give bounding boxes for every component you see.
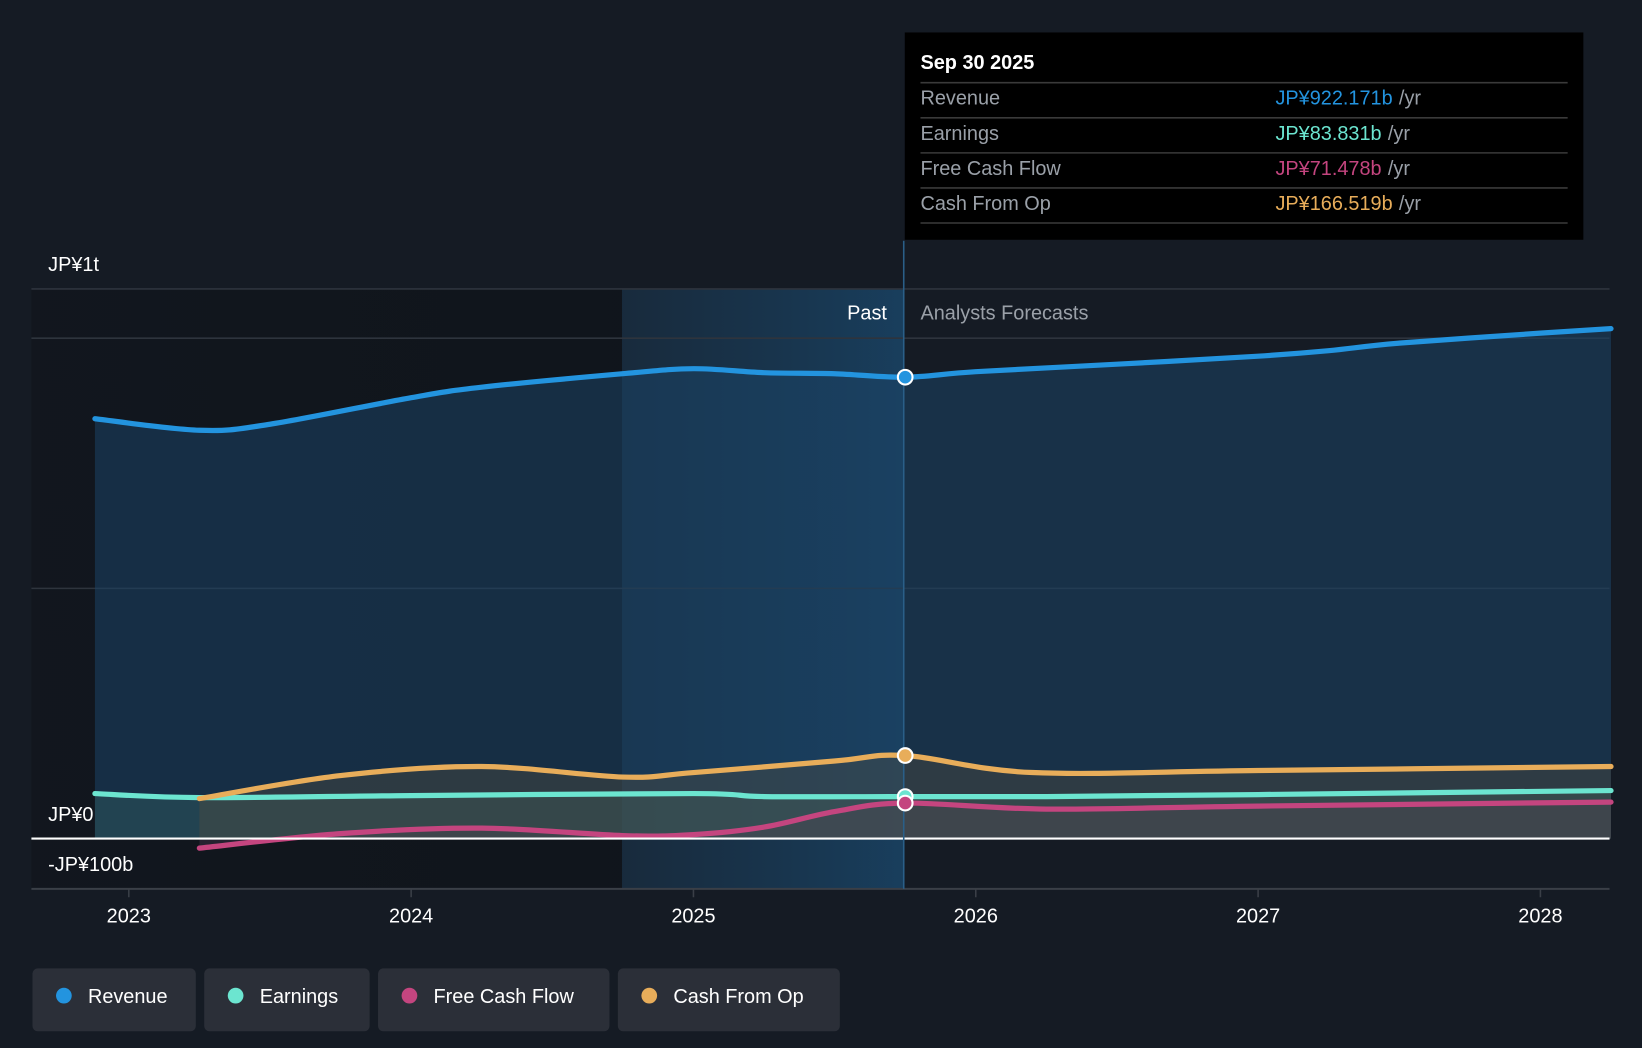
legend-label: Earnings — [260, 986, 339, 1008]
x-tick-label: 2023 — [107, 905, 151, 927]
y-label-1t: JP¥1t — [48, 254, 99, 276]
tooltip-value-line: JP¥922.171b/yr — [1275, 88, 1421, 110]
y-label-neg100b: -JP¥100b — [48, 854, 133, 876]
tooltip-value-line: JP¥83.831b/yr — [1275, 123, 1410, 145]
legend-dot-icon — [227, 987, 244, 1004]
legend-item-earnings[interactable]: Earnings — [204, 968, 370, 1032]
tooltip-value-line: JP¥166.519b/yr — [1275, 193, 1421, 215]
legend-item-free-cash-flow[interactable]: Free Cash Flow — [378, 968, 610, 1032]
revenue-marker[interactable] — [896, 368, 914, 386]
tooltip-suffix: /yr — [1388, 123, 1410, 145]
legend-label: Cash From Op — [673, 986, 803, 1008]
past-label: Past — [847, 302, 887, 324]
tooltip-suffix: /yr — [1388, 158, 1410, 180]
x-tick-label: 2027 — [1236, 905, 1280, 927]
legend-dot-icon — [401, 987, 418, 1004]
tooltip-value: JP¥71.478b — [1275, 158, 1381, 180]
legend-dot-icon — [56, 987, 72, 1004]
x-tick-label: 2024 — [389, 905, 433, 927]
legend-item-cash-from-op[interactable]: Cash From Op — [617, 968, 840, 1032]
financials-chart: 2023 2024 2025 2026 2027 2028 JP¥1t JP¥0 -JP¥… — [0, 0, 1642, 1048]
tooltip-value: JP¥922.171b — [1275, 88, 1392, 110]
cash-from-op-marker[interactable] — [896, 747, 914, 764]
tooltip-label: Earnings — [920, 123, 999, 145]
legend-item-revenue[interactable]: Revenue — [32, 968, 196, 1032]
tooltip-value: JP¥83.831b — [1275, 123, 1381, 145]
legend-label: Free Cash Flow — [434, 986, 575, 1008]
tooltip-value-line: JP¥71.478b/yr — [1275, 158, 1410, 180]
y-label-0: JP¥0 — [48, 804, 93, 826]
tooltip-suffix: /yr — [1399, 88, 1421, 110]
legend-dot-icon — [641, 987, 658, 1004]
free-cash-flow-marker[interactable] — [896, 794, 914, 812]
x-tick-label: 2025 — [671, 905, 715, 927]
tooltip: Sep 30 2025 Revenue JP¥922.171b/yr Earning… — [904, 32, 1584, 240]
x-tick-label: 2026 — [954, 905, 998, 927]
forecast-label: Analysts Forecasts — [920, 302, 1088, 324]
tooltip-label: Free Cash Flow — [920, 158, 1061, 180]
tooltip-label: Revenue — [920, 88, 1000, 110]
tooltip-date: Sep 30 2025 — [920, 52, 1034, 74]
tooltip-suffix: /yr — [1399, 193, 1421, 215]
tooltip-label: Cash From Op — [920, 193, 1050, 215]
x-tick-label: 2028 — [1518, 905, 1562, 927]
legend-label: Revenue — [88, 986, 168, 1008]
tooltip-value: JP¥166.519b — [1275, 193, 1392, 215]
